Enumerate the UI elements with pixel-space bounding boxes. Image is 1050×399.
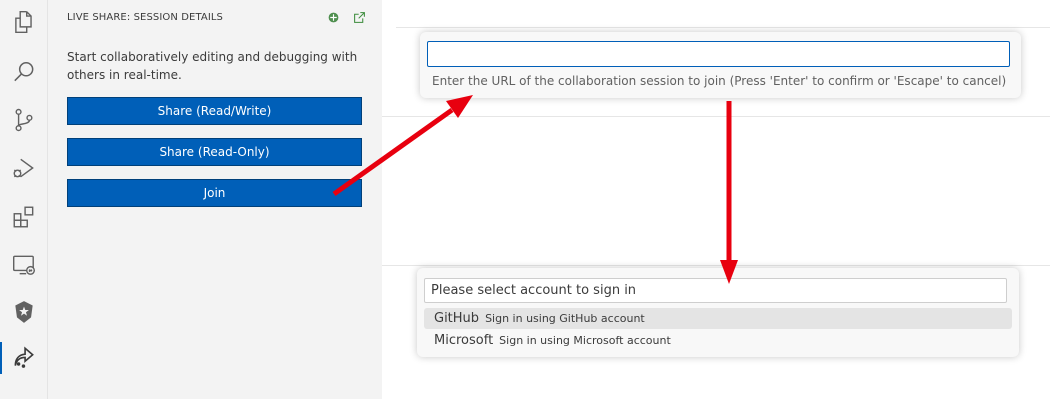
account-option-microsoft[interactable]: Microsoft Sign in using Microsoft accoun… xyxy=(424,330,1012,351)
divider xyxy=(382,116,1050,117)
panel-title: LIVE SHARE: SESSION DETAILS xyxy=(67,12,223,23)
source-control-icon[interactable] xyxy=(0,100,47,140)
panel-actions xyxy=(326,10,366,24)
live-share-icon[interactable] xyxy=(0,338,47,378)
search-icon[interactable] xyxy=(0,52,47,92)
app-window: LIVE SHARE: SESSION DETAILS Start collab… xyxy=(0,0,1050,399)
divider xyxy=(382,265,1050,266)
share-read-write-button[interactable]: Share (Read/Write) xyxy=(67,97,362,125)
account-picker: GitHub Sign in using GitHub account Micr… xyxy=(417,268,1019,357)
account-name: Microsoft xyxy=(434,333,494,348)
extensions-icon[interactable] xyxy=(0,197,47,237)
live-share-icon[interactable] xyxy=(326,10,340,24)
account-description: Sign in using GitHub account xyxy=(485,312,645,325)
account-search-input[interactable] xyxy=(424,278,1007,303)
live-share-panel: LIVE SHARE: SESSION DETAILS Start collab… xyxy=(48,0,382,399)
share-read-only-button[interactable]: Share (Read-Only) xyxy=(67,138,362,166)
explorer-icon[interactable] xyxy=(0,2,47,42)
join-button[interactable]: Join xyxy=(67,179,362,207)
open-external-icon[interactable] xyxy=(352,10,366,24)
shield-icon[interactable] xyxy=(0,292,47,332)
account-option-github[interactable]: GitHub Sign in using GitHub account xyxy=(424,308,1012,329)
divider xyxy=(396,27,1050,28)
session-url-input[interactable] xyxy=(427,41,1010,67)
remote-explorer-icon[interactable] xyxy=(0,245,47,285)
intro-text: Start collaboratively editing and debugg… xyxy=(67,50,358,82)
activity-bar xyxy=(0,0,48,399)
account-name: GitHub xyxy=(434,311,480,326)
prompt-hint: Enter the URL of the collaboration sessi… xyxy=(432,74,1007,88)
run-debug-icon[interactable] xyxy=(0,148,47,188)
join-url-prompt: Enter the URL of the collaboration sessi… xyxy=(420,32,1021,98)
account-description: Sign in using Microsoft account xyxy=(499,334,671,347)
